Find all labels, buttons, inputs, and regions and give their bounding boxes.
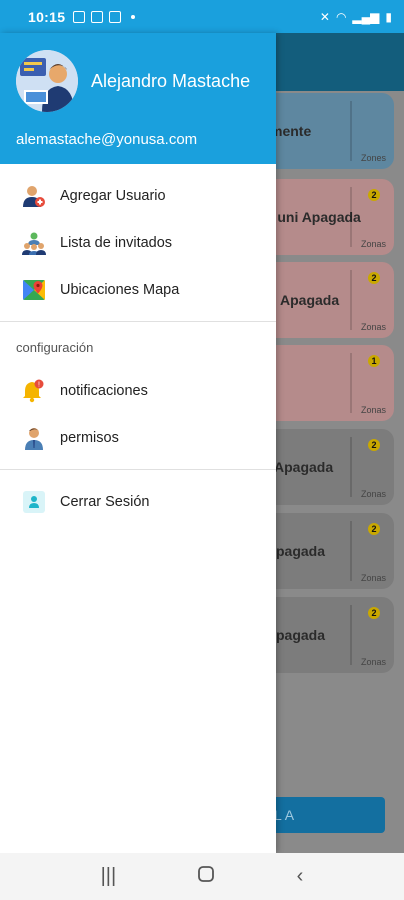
system-navigation-bar: ||| ‹	[0, 853, 404, 900]
section-title-configuration: configuración	[16, 340, 94, 355]
menu-item-label: Agregar Usuario	[60, 187, 166, 204]
zone-card-label: Apagada	[274, 459, 334, 475]
guests-icon	[22, 231, 46, 255]
zone-card-zones: Zones	[360, 153, 386, 163]
user-permission-icon	[22, 426, 46, 450]
status-time: 10:15	[28, 8, 66, 25]
zone-count-badge: 1	[368, 355, 380, 367]
map-icon	[22, 278, 46, 302]
zone-count-badge: 2	[368, 439, 380, 451]
menu-group-main: Agregar Usuario Lista de invitados Ubica…	[0, 164, 276, 313]
card-divider	[350, 521, 352, 581]
menu-item-label: permisos	[60, 429, 119, 446]
card-divider	[350, 101, 352, 161]
zone-count-badge: 2	[368, 523, 380, 535]
recent-apps-icon[interactable]: |||	[101, 865, 117, 888]
system-icons: ✕ ◠ ▂▄▆ ▮	[320, 10, 392, 24]
svg-text:!: !	[38, 381, 40, 388]
menu-item-guest-list[interactable]: Lista de invitados	[0, 219, 276, 266]
menu-group-config: ! notificaciones permisos	[0, 367, 276, 461]
zone-count-badge: 2	[368, 189, 380, 201]
signal-icon: ▂▄▆	[352, 9, 380, 24]
app-notification-icon	[91, 10, 104, 23]
home-icon[interactable]	[197, 865, 215, 889]
logout-icon	[22, 490, 46, 514]
gallery-icon	[73, 10, 86, 23]
zone-count-badge: 2	[368, 272, 380, 284]
wifi-icon: ◠	[335, 9, 347, 24]
app-notification-icon	[109, 10, 122, 23]
zone-card-label: pagada	[276, 627, 326, 643]
menu-item-label: Cerrar Sesión	[60, 493, 150, 510]
menu-item-logout[interactable]: Cerrar Sesión	[0, 478, 276, 525]
status-bar: 10:15 ✕ ◠ ▂▄▆ ▮	[0, 0, 404, 33]
drawer-header: Alejandro Mastache alemastache@yonusa.co…	[0, 33, 276, 164]
navigation-drawer: Alejandro Mastache alemastache@yonusa.co…	[0, 33, 276, 853]
zone-card-zones: Zonas	[360, 657, 386, 667]
add-user-icon	[22, 184, 46, 208]
battery-icon: ▮	[385, 9, 392, 24]
card-divider	[350, 187, 352, 247]
zone-card-zones: Zonas	[360, 405, 386, 415]
avatar[interactable]	[16, 50, 78, 112]
bottom-action-label: LA	[274, 807, 298, 823]
zone-card-zones: Zonas	[360, 322, 386, 332]
back-icon[interactable]: ‹	[297, 865, 304, 888]
zone-card-zones: Zonas	[360, 239, 386, 249]
user-email: alemastache@yonusa.com	[16, 131, 198, 148]
zone-card-label: r uni Apagada	[268, 209, 361, 225]
menu-item-label: Lista de invitados	[60, 234, 173, 251]
notification-icons	[73, 10, 136, 23]
card-divider	[350, 270, 352, 330]
zone-card-zones: Zonas	[360, 573, 386, 583]
menu-item-label: notificaciones	[60, 382, 148, 399]
mute-icon: ✕	[319, 9, 330, 24]
menu-group-session: Cerrar Sesión	[0, 470, 276, 525]
zone-card-label: Apagada	[280, 292, 340, 308]
menu-item-label: Ubicaciones Mapa	[60, 281, 180, 298]
menu-item-notifications[interactable]: ! notificaciones	[0, 367, 276, 414]
card-divider	[350, 605, 352, 665]
card-divider	[350, 437, 352, 497]
bell-icon: !	[22, 379, 46, 403]
menu-item-permissions[interactable]: permisos	[0, 414, 276, 461]
zone-card-label: pagada	[276, 543, 326, 559]
card-divider	[350, 353, 352, 413]
menu-item-add-user[interactable]: Agregar Usuario	[0, 172, 276, 219]
zone-count-badge: 2	[368, 607, 380, 619]
user-name: Alejandro Mastache	[91, 71, 251, 91]
more-notifications-icon	[131, 14, 136, 19]
menu-item-map-locations[interactable]: Ubicaciones Mapa	[0, 266, 276, 313]
zone-card-zones: Zonas	[360, 489, 386, 499]
zone-card-label: mente	[270, 123, 312, 139]
